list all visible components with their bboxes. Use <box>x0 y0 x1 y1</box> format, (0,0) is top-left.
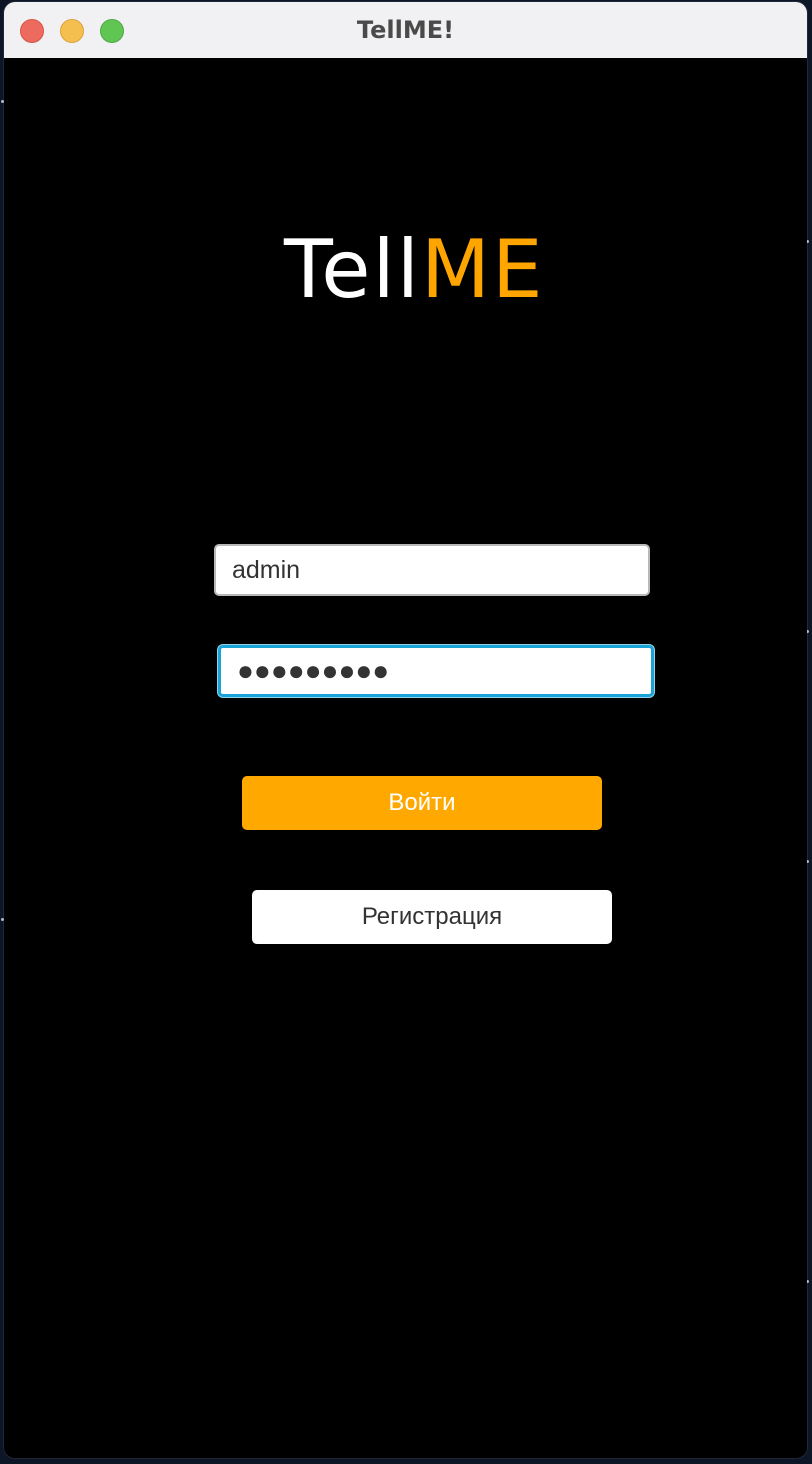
username-value: admin <box>232 555 301 584</box>
title-bar[interactable]: TellME! <box>4 2 807 59</box>
register-button[interactable]: Регистрация <box>252 890 612 944</box>
login-button-label: Войти <box>388 789 456 816</box>
password-field[interactable]: ●●●●●●●●● <box>218 645 654 697</box>
logo-text-me: ME <box>420 223 545 316</box>
username-field[interactable]: admin <box>214 544 650 596</box>
login-button[interactable]: Войти <box>242 776 602 830</box>
app-window: TellME! TellME admin ●●●●●●●●● Войти Рег… <box>4 2 807 1458</box>
login-screen: TellME admin ●●●●●●●●● Войти Регистрация <box>4 58 807 1458</box>
register-button-label: Регистрация <box>361 903 503 930</box>
password-masked-value: ●●●●●●●●● <box>237 655 390 686</box>
app-logo: TellME <box>284 230 545 310</box>
window-title: TellME! <box>356 16 455 44</box>
logo-text-tell: Tell <box>284 223 421 316</box>
